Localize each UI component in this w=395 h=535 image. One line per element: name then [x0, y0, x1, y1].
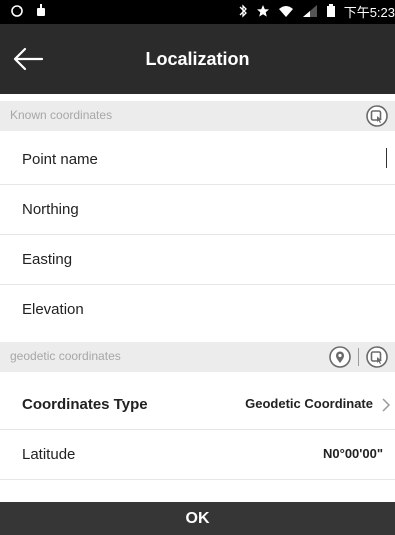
easting-row[interactable]: Easting — [0, 235, 395, 285]
location-pin-icon[interactable] — [328, 345, 352, 369]
ok-label: OK — [185, 510, 210, 527]
android-icon — [34, 4, 48, 22]
geodetic-coordinates-header: geodetic coordinates — [0, 342, 395, 372]
latitude-value: N0°00'00" — [323, 446, 383, 461]
battery-icon — [326, 4, 336, 22]
latitude-row[interactable]: Latitude N0°00'00" — [0, 430, 395, 480]
sync-icon — [10, 4, 24, 22]
chevron-right-icon — [381, 397, 391, 413]
field-label: Point name — [22, 151, 98, 168]
wifi-icon — [278, 4, 294, 22]
section-label: Known coordinates — [10, 108, 113, 122]
app-bar: Localization — [0, 24, 395, 94]
status-bar: 下午5:23 — [0, 0, 395, 24]
field-label: Latitude — [22, 446, 76, 463]
northing-row[interactable]: Northing — [0, 185, 395, 235]
page-title: Localization — [145, 49, 250, 69]
signal-icon — [302, 4, 318, 22]
point-name-row[interactable]: Point name — [0, 135, 395, 185]
field-label: Northing — [22, 201, 79, 218]
known-coordinates-header: Known coordinates — [0, 101, 395, 131]
coordinates-type-value: Geodetic Coordinate — [245, 396, 373, 411]
field-label: Easting — [22, 251, 73, 268]
divider — [358, 348, 359, 366]
status-time: 下午5:23 — [343, 5, 395, 20]
ok-button[interactable]: OK — [0, 502, 395, 535]
text-cursor — [386, 148, 387, 168]
field-label: Coordinates Type — [22, 396, 148, 413]
select-point-icon[interactable] — [365, 104, 389, 128]
coordinates-type-row[interactable]: Coordinates Type Geodetic Coordinate — [0, 380, 395, 430]
field-label: Elevation — [22, 301, 84, 318]
star-icon — [256, 4, 270, 22]
select-point-icon[interactable] — [365, 345, 389, 369]
elevation-row[interactable]: Elevation — [0, 285, 395, 335]
section-label: geodetic coordinates — [10, 349, 121, 363]
bluetooth-icon — [238, 4, 248, 22]
